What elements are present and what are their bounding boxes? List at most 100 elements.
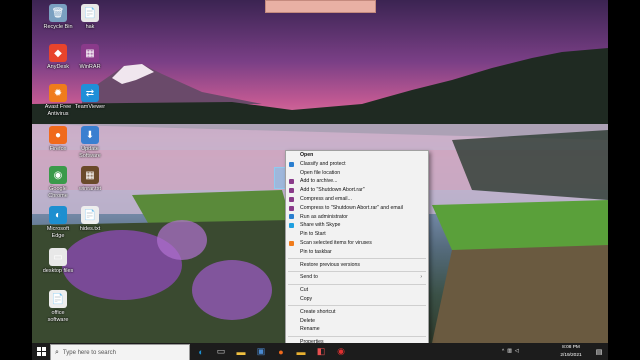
context-menu: Open Classify and protect Open file locati… bbox=[285, 150, 429, 346]
context-menu-item[interactable]: Pin to taskbar bbox=[286, 248, 428, 257]
context-menu-item[interactable]: Restore previous versions bbox=[286, 261, 428, 270]
menu-item-label: Rename bbox=[300, 326, 320, 333]
context-menu-item[interactable]: Send to › bbox=[286, 273, 428, 282]
context-menu-item[interactable]: Delete bbox=[286, 317, 428, 326]
volume-icon[interactable]: ◁ bbox=[515, 349, 519, 354]
desktop-icon-graphic: ◆ bbox=[49, 44, 67, 62]
context-menu-item[interactable]: Rename bbox=[286, 325, 428, 334]
menu-separator bbox=[288, 258, 426, 260]
menu-item-label: Create shortcut bbox=[300, 308, 336, 315]
explorer-folder-icon-glyph: ▬ bbox=[296, 346, 306, 357]
context-menu-item[interactable]: Compress to "Shutdown Abort.rar" and ema… bbox=[286, 204, 428, 213]
menu-item-icon bbox=[289, 196, 294, 202]
desktop-icon-graphic: 📄 bbox=[81, 206, 99, 224]
clock[interactable]: 8:08 PM 2/19/2021 bbox=[552, 343, 590, 360]
context-menu-item[interactable]: Scan selected items for viruses bbox=[286, 239, 428, 248]
file-explorer-icon[interactable]: ▬ bbox=[232, 343, 250, 360]
desktop-icon[interactable]: ⇄ TeamViewer bbox=[68, 84, 112, 111]
context-menu-item[interactable]: Pin to Start bbox=[286, 230, 428, 239]
chevron-up-icon[interactable]: ^ bbox=[502, 349, 504, 354]
menu-item-label: Pin to Start bbox=[300, 231, 326, 238]
menu-item-icon bbox=[289, 161, 294, 167]
menu-item-label: Run as administrator bbox=[300, 213, 348, 220]
search-placeholder: Type here to search bbox=[62, 349, 116, 356]
menu-item-label: Pin to taskbar bbox=[300, 248, 332, 255]
menu-item-icon bbox=[289, 179, 294, 185]
desktop-icon-label: office software bbox=[47, 310, 69, 323]
desktop-icon[interactable]: ▦ WinRAR bbox=[68, 44, 112, 71]
task-view-icon[interactable]: ▭ bbox=[212, 343, 230, 360]
desktop-icon-graphic: 🗑 bbox=[49, 4, 67, 22]
screen-recorder-icon[interactable]: ◉ bbox=[332, 343, 350, 360]
chevron-right-icon: › bbox=[420, 274, 422, 281]
menu-separator bbox=[288, 270, 426, 272]
task-view-icon-glyph: ▭ bbox=[216, 346, 226, 356]
desktop-icon[interactable]: ⬇ Update Software bbox=[68, 126, 112, 159]
context-menu-item[interactable]: Classify and protect bbox=[286, 160, 428, 169]
search-box[interactable]: ⌕ Type here to search bbox=[50, 344, 190, 360]
clock-date: 2/19/2021 bbox=[560, 353, 582, 358]
menu-separator bbox=[288, 335, 426, 337]
context-menu-item[interactable]: Create shortcut bbox=[286, 308, 428, 317]
desktop-icon[interactable]: ▦ winrar.txt bbox=[68, 166, 112, 193]
menu-item-label: Restore previous versions bbox=[300, 261, 360, 268]
start-button[interactable] bbox=[34, 343, 48, 360]
search-icon: ⌕ bbox=[55, 348, 59, 356]
menu-item-icon bbox=[289, 187, 294, 193]
desktop-icon-graphic: ◐ bbox=[49, 206, 67, 224]
context-menu-item[interactable]: Copy bbox=[286, 295, 428, 304]
menu-item-label: Add to archive... bbox=[300, 178, 338, 185]
firefox-icon-glyph: ● bbox=[278, 346, 284, 357]
menu-item-label: Share with Skype bbox=[300, 222, 341, 229]
desktop-icon[interactable]: 📄 hides.txt bbox=[68, 206, 112, 233]
firefox-icon[interactable]: ● bbox=[272, 343, 290, 360]
taskbar: ⌕ Type here to search ◐ ▭ ▬ ▣ ● ▬ ◧ ◉ ^ ▥ ◁ 8:0… bbox=[32, 343, 608, 360]
desktop-icon[interactable]: 📄 hak bbox=[68, 4, 112, 31]
notification-icon[interactable]: ▤ bbox=[593, 343, 605, 360]
desktop-icon-graphic: 📄 bbox=[49, 290, 67, 308]
menu-item-icon bbox=[289, 223, 294, 229]
store-icon[interactable]: ▣ bbox=[252, 343, 270, 360]
menu-item-label: Compress to "Shutdown Abort.rar" and ema… bbox=[300, 204, 403, 211]
menu-item-label: Open file location bbox=[300, 169, 341, 176]
desktop-icon-label: WinRAR bbox=[79, 64, 101, 70]
menu-item-icon bbox=[289, 205, 294, 211]
context-menu-item[interactable]: Open bbox=[286, 151, 428, 160]
clock-time: 8:08 PM bbox=[562, 345, 580, 350]
system-tray: ^ ▥ ◁ bbox=[502, 343, 542, 360]
network-icon[interactable]: ▥ bbox=[507, 349, 512, 354]
menu-item-label: Cut bbox=[300, 287, 309, 294]
desktop-icon-graphic: ▭ bbox=[49, 248, 67, 266]
context-menu-item[interactable]: Open file location bbox=[286, 169, 428, 178]
menu-item-label: Add to "Shutdown Abort.rar" bbox=[300, 187, 365, 194]
context-menu-item[interactable]: Share with Skype bbox=[286, 221, 428, 230]
context-menu-item[interactable]: Compress and email... bbox=[286, 195, 428, 204]
desktop-icon-graphic: ⬇ bbox=[81, 126, 99, 144]
store-icon-glyph: ▣ bbox=[256, 346, 266, 356]
desktop-icon-label: winrar.txt bbox=[78, 186, 101, 192]
menu-item-icon bbox=[289, 240, 294, 246]
desktop-icon-graphic: 📄 bbox=[81, 4, 99, 22]
windows-logo-icon bbox=[36, 347, 46, 356]
desktop-icon-graphic: ▦ bbox=[81, 44, 99, 62]
screen-recorder-icon-glyph: ◉ bbox=[337, 346, 345, 356]
menu-item-label: Compress and email... bbox=[300, 195, 352, 202]
edge-icon[interactable]: ◐ bbox=[192, 343, 210, 360]
context-menu-item[interactable]: Add to archive... bbox=[286, 177, 428, 186]
menu-item-label: Scan selected items for viruses bbox=[300, 239, 372, 246]
app-icon[interactable]: ◧ bbox=[312, 343, 330, 360]
desktop-icon-graphic: ◉ bbox=[49, 166, 67, 184]
window-title-strip bbox=[265, 0, 376, 13]
context-menu-item[interactable]: Run as administrator bbox=[286, 213, 428, 222]
menu-item-label: Copy bbox=[300, 295, 313, 302]
desktop-icon-graphic: ● bbox=[49, 126, 67, 144]
file-explorer-icon-glyph: ▬ bbox=[236, 346, 246, 357]
app-icon-glyph: ◧ bbox=[316, 346, 326, 356]
desktop-icon[interactable]: ▭ desktop files bbox=[36, 248, 80, 275]
explorer-folder-icon[interactable]: ▬ bbox=[292, 343, 310, 360]
context-menu-item[interactable]: Add to "Shutdown Abort.rar" bbox=[286, 186, 428, 195]
desktop-icon-label: TeamViewer bbox=[74, 104, 106, 110]
context-menu-item[interactable]: Cut bbox=[286, 286, 428, 295]
desktop-icon[interactable]: 📄 office software bbox=[36, 290, 80, 323]
menu-item-icon bbox=[289, 214, 294, 220]
